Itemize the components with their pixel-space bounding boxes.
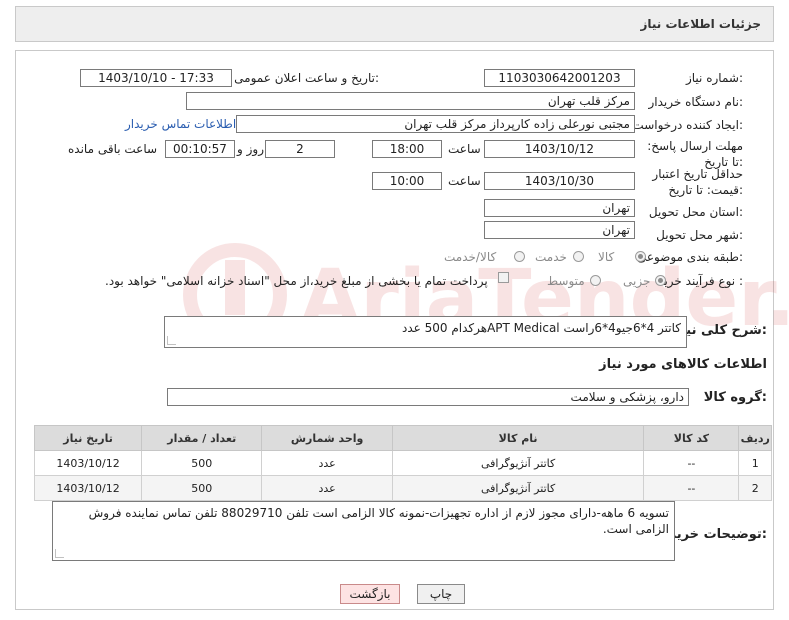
purchase-minor-label: جزیی bbox=[623, 274, 651, 288]
category-goods-label: کالا bbox=[598, 250, 615, 264]
remaining-time-field: 00:10:57 bbox=[165, 140, 235, 158]
category-label: طبقه بندی موضوعی: bbox=[636, 250, 743, 264]
price-validity-date-field: 1403/10/30 bbox=[484, 172, 635, 190]
reply-days-label: روز و bbox=[237, 142, 264, 156]
province-label: استان محل تحویل: bbox=[648, 205, 743, 219]
page-header: جزئیات اطلاعات نیاز bbox=[15, 6, 774, 42]
col-unit: واحد شمارش bbox=[261, 425, 393, 451]
requester-label: ایجاد کننده درخواست: bbox=[632, 118, 743, 132]
cell-unit: عدد bbox=[261, 475, 393, 501]
cell-code: -- bbox=[643, 475, 740, 501]
table-header-row: ردیف کد کالا نام کالا واحد شمارش تعداد /… bbox=[33, 425, 772, 451]
remaining-time-label: ساعت باقی مانده bbox=[68, 142, 158, 156]
cell-row: 1 bbox=[738, 450, 772, 476]
need-number-label: شماره نیاز: bbox=[685, 71, 743, 85]
reply-days-field: 2 bbox=[265, 140, 335, 158]
cell-code: -- bbox=[643, 450, 740, 476]
description-text: کاتتر 4*6جیو4*6راست APT Medicalهرکدام 50… bbox=[402, 321, 681, 335]
page-title: جزئیات اطلاعات نیاز bbox=[640, 17, 761, 31]
treasury-note: پرداخت تمام یا بخشی از مبلغ خرید،از محل … bbox=[105, 274, 488, 288]
cell-row: 2 bbox=[738, 475, 772, 501]
price-validity-time-field: 10:00 bbox=[372, 172, 442, 190]
category-both-label: کالا/خدمت bbox=[444, 250, 497, 264]
table-row: 2 -- کاتتر آنژیوگرافی عدد 500 1403/10/12 bbox=[33, 475, 772, 501]
price-validity-time-label: ساعت bbox=[448, 174, 481, 188]
province-field: تهران bbox=[484, 199, 635, 217]
col-row: ردیف bbox=[738, 425, 772, 451]
col-code: کد کالا bbox=[643, 425, 740, 451]
items-table: ردیف کد کالا نام کالا واحد شمارش تعداد /… bbox=[33, 425, 772, 501]
category-goods-radio[interactable] bbox=[635, 251, 646, 262]
goods-info-heading: اطلاعات کالاهای مورد نیاز bbox=[599, 357, 767, 372]
goods-group-label: گروه کالا: bbox=[703, 390, 767, 405]
requester-field: مجتبی نورعلی زاده کارپرداز مرکز قلب تهرا… bbox=[236, 115, 635, 133]
reply-time-label: ساعت bbox=[448, 142, 481, 156]
category-both-radio[interactable] bbox=[514, 251, 525, 262]
category-service-radio[interactable] bbox=[573, 251, 584, 262]
description-label: شرح کلی نیاز: bbox=[673, 323, 767, 338]
buyer-notes-textarea: تسویه 6 ماهه-دارای مجوز لازم از اداره تج… bbox=[52, 501, 675, 561]
cell-unit: عدد bbox=[261, 450, 393, 476]
print-button[interactable]: چاپ bbox=[417, 584, 465, 604]
announce-datetime-label: تاریخ و ساعت اعلان عمومی: bbox=[234, 71, 379, 85]
purchase-type-label: نوع فرآیند خرید : bbox=[658, 274, 743, 288]
resize-handle-icon bbox=[167, 336, 176, 345]
goods-group-field: دارو، پزشکی و سلامت bbox=[167, 388, 689, 406]
buyer-org-label: نام دستگاه خریدار: bbox=[648, 95, 744, 109]
cell-date: 1403/10/12 bbox=[33, 475, 143, 501]
purchase-medium-radio[interactable] bbox=[590, 275, 601, 286]
need-number-field: 1103030642001203 bbox=[484, 69, 635, 87]
reply-date-field: 1403/10/12 bbox=[484, 140, 635, 158]
col-date: تاریخ نیاز bbox=[33, 425, 143, 451]
buyer-contact-link[interactable]: اطلاعات تماس خریدار bbox=[125, 117, 236, 131]
back-button[interactable]: بازگشت bbox=[340, 584, 400, 604]
cell-qty: 500 bbox=[141, 475, 263, 501]
cell-name: کاتتر آنژیوگرافی bbox=[391, 475, 645, 501]
city-field: تهران bbox=[484, 221, 635, 239]
city-label: شهر محل تحویل: bbox=[656, 228, 743, 242]
col-qty: تعداد / مقدار bbox=[141, 425, 263, 451]
resize-handle-icon bbox=[55, 549, 64, 558]
purchase-medium-label: متوسط bbox=[547, 274, 585, 288]
cell-name: کاتتر آنژیوگرافی bbox=[391, 450, 645, 476]
treasury-checkbox[interactable] bbox=[498, 272, 509, 283]
buyer-org-field: مرکز قلب تهران bbox=[186, 92, 635, 110]
cell-qty: 500 bbox=[141, 450, 263, 476]
reply-time-field: 18:00 bbox=[372, 140, 442, 158]
category-service-label: خدمت bbox=[535, 250, 567, 264]
col-name: نام کالا bbox=[391, 425, 645, 451]
table-row: 1 -- کاتتر آنژیوگرافی عدد 500 1403/10/12 bbox=[33, 450, 772, 476]
announce-datetime-field: 1403/10/10 - 17:33 bbox=[80, 69, 232, 87]
cell-date: 1403/10/12 bbox=[33, 450, 143, 476]
purchase-minor-radio[interactable] bbox=[655, 275, 666, 286]
buyer-notes-text: تسویه 6 ماهه-دارای مجوز لازم از اداره تج… bbox=[88, 506, 669, 536]
price-validity-label: حداقل تاریخ اعتبار قیمت: تا تاریخ: bbox=[652, 167, 743, 197]
description-textarea: کاتتر 4*6جیو4*6راست APT Medicalهرکدام 50… bbox=[164, 316, 687, 348]
